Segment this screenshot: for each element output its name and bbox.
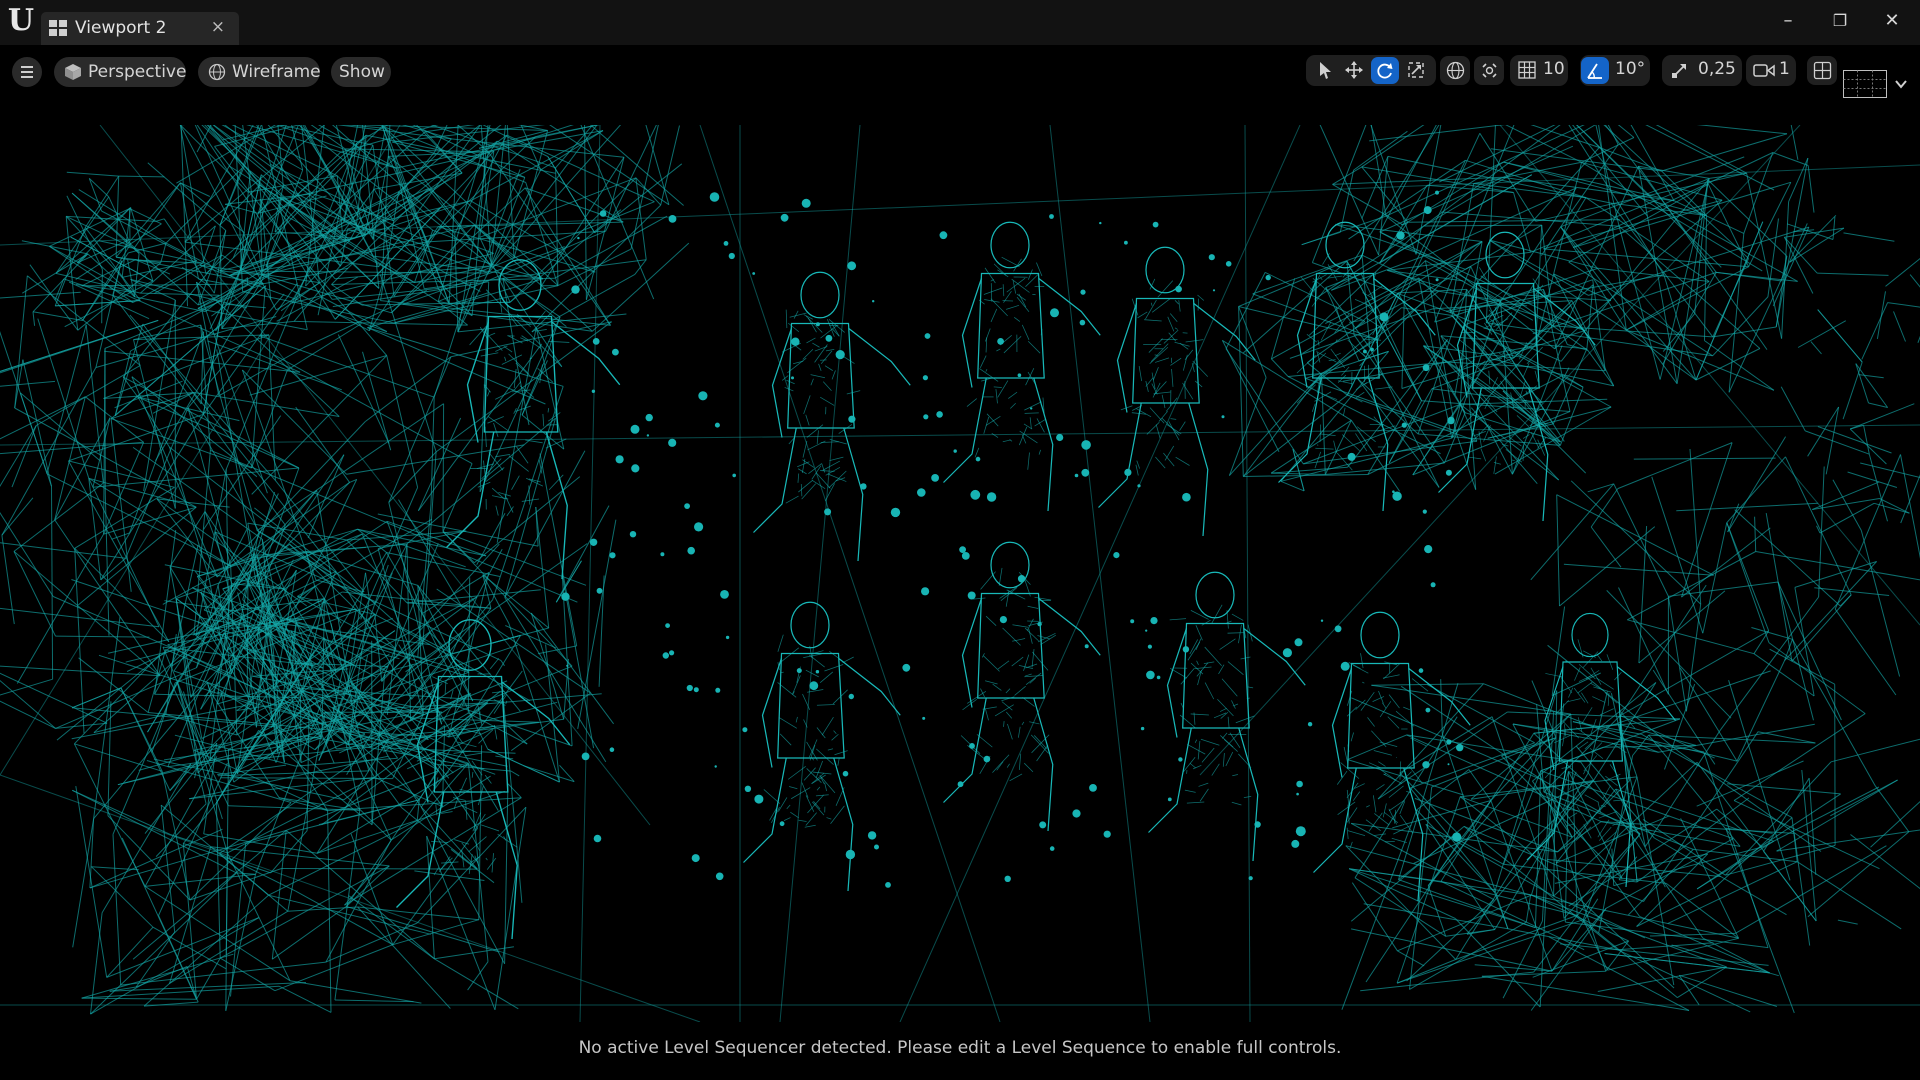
surface-snap-toggle[interactable]	[1474, 56, 1504, 85]
rotate-icon	[1377, 63, 1393, 79]
transform-tools-group	[1306, 55, 1436, 86]
tab-close-button[interactable]: ×	[211, 17, 225, 37]
scale-snap-value: 0,25	[1698, 59, 1736, 79]
surface-snap-icon	[1481, 63, 1497, 78]
viewport-menu-button[interactable]	[12, 57, 42, 87]
tab-viewport-2[interactable]: Viewport 2 ×	[41, 12, 239, 45]
screen-layout-dropdown[interactable]	[1892, 75, 1910, 93]
cube-icon	[65, 64, 81, 80]
rotation-snap-toggle-active[interactable]	[1581, 57, 1609, 84]
close-window-button[interactable]: ✕	[1872, 6, 1912, 36]
sphere-wire-icon	[208, 63, 226, 81]
restore-button[interactable]: ❐	[1820, 6, 1860, 36]
scale-icon[interactable]	[1407, 61, 1425, 79]
layout-icon	[1813, 61, 1831, 80]
viewport-layout-button[interactable]	[1807, 56, 1837, 85]
unreal-logo-icon: U	[7, 3, 35, 38]
hamburger-menu-icon	[21, 66, 33, 78]
rotation-snap-value: 10°	[1615, 59, 1646, 79]
camera-speed-icon	[1753, 64, 1775, 77]
view-mode-label: Wireframe	[232, 62, 321, 82]
camera-speed-value: 1	[1779, 59, 1790, 79]
screen-layout-button[interactable]	[1843, 70, 1887, 98]
scale-snap-icon	[1672, 64, 1686, 78]
select-arrow-icon[interactable]	[1316, 61, 1334, 80]
perspective-button[interactable]: Perspective	[54, 57, 186, 87]
tab-label: Viewport 2	[75, 18, 167, 38]
grid-snap-group[interactable]: 10	[1510, 55, 1568, 86]
minimize-button[interactable]: –	[1768, 6, 1808, 36]
status-message: No active Level Sequencer detected. Plea…	[578, 1038, 1342, 1058]
screen-layout-icon	[1843, 70, 1887, 98]
viewport-canvas[interactable]	[0, 125, 1920, 1022]
angle-snap-icon	[1587, 63, 1602, 79]
world-local-toggle[interactable]	[1440, 56, 1470, 85]
camera-speed-group[interactable]: 1	[1746, 55, 1796, 86]
viewport-tab-icon	[49, 20, 67, 36]
rotation-snap-group[interactable]: 10°	[1580, 55, 1650, 86]
window-titlebar: U Viewport 2 × – ❐ ✕	[0, 0, 1920, 45]
perspective-label: Perspective	[88, 62, 187, 82]
scale-snap-group[interactable]: 0,25	[1662, 55, 1742, 86]
viewport-toolbar: Perspective Wireframe Show 10 10° 0,25 1	[0, 45, 1920, 125]
show-label: Show	[339, 62, 385, 82]
chevron-down-icon	[1895, 80, 1907, 89]
rotate-button-active[interactable]	[1371, 57, 1399, 84]
translate-icon[interactable]	[1345, 61, 1363, 79]
show-button[interactable]: Show	[331, 57, 391, 87]
world-icon	[1446, 61, 1464, 80]
grid-snap-icon	[1518, 61, 1536, 79]
view-mode-button[interactable]: Wireframe	[198, 57, 321, 87]
wireframe-scene	[0, 125, 1920, 1022]
grid-snap-value: 10	[1543, 59, 1565, 79]
